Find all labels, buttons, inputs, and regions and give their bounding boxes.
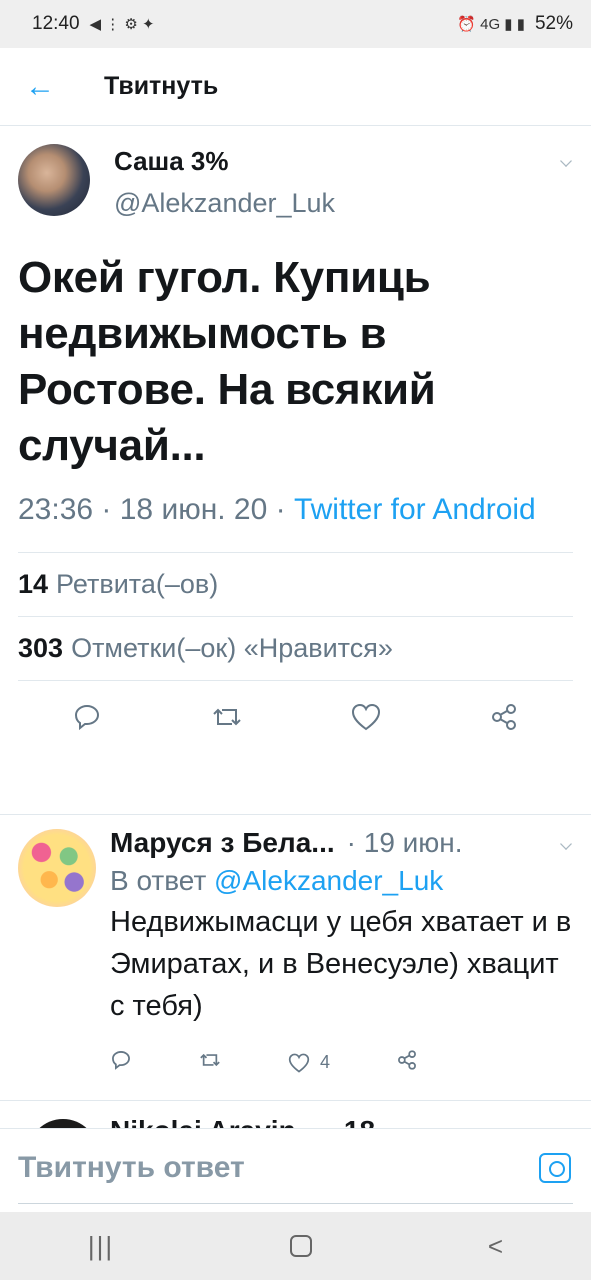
status-time: 12:40 (32, 13, 80, 34)
likes-count: 303 (18, 633, 64, 663)
tweet-timestamp: 23:36 · 18 июн. 20 · (18, 493, 294, 526)
reply-reply-icon[interactable] (110, 1049, 132, 1076)
avatar[interactable] (18, 144, 90, 216)
reply-author-name[interactable]: Маруся з Бела... (110, 827, 335, 859)
likes-label: Отметки(–ок) «Нравится» (71, 633, 393, 663)
back-arrow-icon[interactable]: ← (0, 48, 80, 126)
app-bar: ← Твитнуть (0, 48, 591, 126)
retweets-stat[interactable]: 14 Ретвита(–ов) (18, 552, 573, 616)
reply-retweet-icon[interactable] (198, 1049, 222, 1076)
main-tweet: Саша 3% @Alekzander_Luk Окей гугол. Купи… (0, 126, 591, 752)
recents-button[interactable]: ||| (88, 1231, 114, 1262)
nav-back-button[interactable]: < (488, 1231, 503, 1262)
reply-to-handle[interactable]: @Alekzander_Luk (214, 865, 443, 896)
reply-to-prefix: В ответ (110, 865, 215, 896)
reply-tweet[interactable]: Маруся з Бела... · 19 июн. В ответ @Alek… (0, 814, 591, 1076)
reply-input[interactable]: Твитнуть ответ (18, 1151, 245, 1185)
next-reply-peek[interactable]: Nikolai Aravin... · 18 (0, 1100, 591, 1130)
status-bar: 12:40 ◀ ⋮ ⚙ ✦ ⏰ 4G ▮ ▮ 52% (0, 0, 591, 48)
reply-avatar[interactable] (18, 829, 96, 907)
camera-icon[interactable] (539, 1153, 571, 1183)
reply-to-line: В ответ @Alekzander_Luk (110, 865, 573, 897)
share-icon[interactable] (489, 702, 519, 732)
retweets-label: Ретвита(–ов) (56, 569, 219, 599)
reply-share-icon[interactable] (396, 1049, 418, 1076)
heart-icon[interactable] (351, 703, 381, 731)
tweet-text: Окей гугол. Купиць недвижымость в Ростов… (18, 253, 436, 470)
page-title: Твитнуть (104, 72, 219, 100)
tweet-meta: 23:36 · 18 июн. 20 · Twitter for Android (0, 474, 591, 532)
signal-icons: ⏰ 4G ▮ ▮ (457, 16, 525, 33)
composer-divider (18, 1203, 573, 1204)
chevron-down-icon[interactable] (560, 155, 572, 167)
reply-like-count: 4 (320, 1052, 331, 1072)
system-nav-bar: ||| < (0, 1212, 591, 1280)
retweet-icon[interactable] (210, 702, 244, 732)
reply-heart-icon (288, 1053, 310, 1073)
home-button[interactable] (290, 1235, 313, 1257)
retweets-count: 14 (18, 569, 49, 599)
tweet-source-link[interactable]: Twitter for Android (294, 493, 536, 526)
reply-icon[interactable] (72, 702, 102, 732)
reply-text: Недвижымасци у цебя хватает и в Эмиратах… (110, 906, 572, 1022)
reply-actions: 4 (110, 1049, 573, 1076)
notification-icons: ◀ ⋮ ⚙ ✦ (89, 16, 155, 33)
tweet-actions (18, 680, 573, 752)
author-handle[interactable]: @Alekzander_Luk (114, 188, 335, 219)
battery-level: 52% (534, 13, 573, 34)
reply-composer[interactable]: Твитнуть ответ (0, 1128, 591, 1210)
reply-like-button[interactable]: 4 (288, 1049, 330, 1076)
reply-date: · 19 июн. (346, 827, 463, 858)
tweet-author: Саша 3% @Alekzander_Luk (0, 126, 591, 236)
likes-stat[interactable]: 303 Отметки(–ок) «Нравится» (18, 616, 573, 680)
author-name[interactable]: Саша 3% (114, 146, 229, 177)
